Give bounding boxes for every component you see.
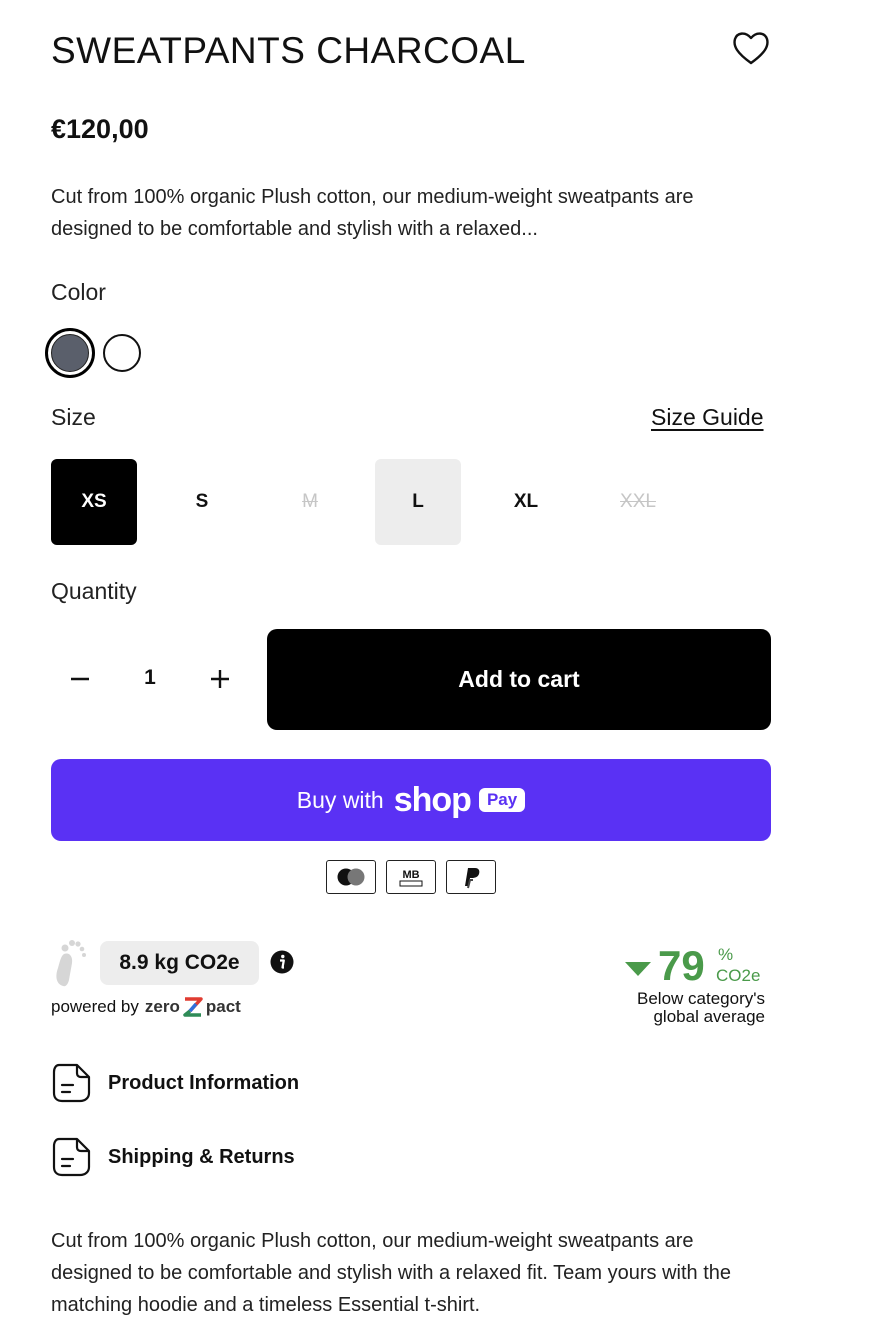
accordion-label: Product Information: [108, 1071, 300, 1094]
shop-pay-buy-label: Buy with: [296, 786, 384, 813]
size-option-xs[interactable]: XS: [51, 459, 137, 545]
quantity-decrease-button[interactable]: [60, 659, 100, 699]
color-swatch-charcoal[interactable]: [45, 328, 95, 378]
size-label: Size: [51, 404, 96, 430]
color-label: Color: [51, 279, 106, 305]
document-icon: [52, 1137, 91, 1177]
co2-comparison-value: 79: [658, 942, 705, 989]
shop-pay-button[interactable]: Buy with shop Pay: [51, 759, 771, 841]
wishlist-heart-icon[interactable]: [731, 28, 771, 68]
product-short-description: Cut from 100% organic Plush cotton, our …: [51, 186, 694, 240]
add-to-cart-button[interactable]: Add to cart: [267, 629, 771, 730]
size-option-l[interactable]: L: [375, 459, 461, 545]
size-guide-link[interactable]: Size Guide: [651, 404, 764, 431]
size-option-xl[interactable]: XL: [483, 459, 569, 545]
accordion-label: Shipping & Returns: [108, 1145, 295, 1168]
shop-logo: shop: [393, 780, 472, 819]
size-option-m[interactable]: M: [267, 459, 353, 545]
co2-comparison-text-line2: global average: [653, 1007, 765, 1026]
product-price: €120,00: [51, 114, 149, 144]
quantity-increase-button[interactable]: [200, 659, 240, 699]
charcoal-fill: [51, 334, 89, 372]
co2-comparison-pct: %: [718, 945, 734, 964]
quantity-label: Quantity: [51, 578, 137, 604]
co2-footprint-badge: 8.9 kg CO2e: [100, 941, 259, 985]
accordion-shipping-returns[interactable]: Shipping & Returns: [51, 1136, 351, 1178]
mastercard-icon: [326, 860, 376, 894]
accordion-product-information[interactable]: Product Information: [51, 1062, 351, 1104]
quantity-value[interactable]: 1: [130, 666, 170, 690]
footprint-icon: [51, 936, 91, 988]
co2-comparison: 79 % CO2e Below category's global averag…: [600, 942, 765, 1032]
multibanco-icon: MB: [386, 860, 436, 894]
product-title: SWEATPANTS CHARCOAL: [51, 30, 526, 71]
co2-comparison-text: Below category's global average: [595, 990, 765, 1026]
multibanco-text: MB: [402, 869, 419, 881]
document-icon: [52, 1063, 91, 1103]
info-icon[interactable]: [270, 950, 294, 974]
paypal-icon: [446, 860, 496, 894]
zeropact-logo-left: zero: [144, 997, 180, 1016]
pay-badge: Pay: [478, 788, 526, 812]
product-long-description: Cut from 100% organic Plush cotton, our …: [51, 1230, 731, 1316]
size-option-xxl[interactable]: XXL: [595, 459, 681, 545]
zeropact-z-icon: [183, 997, 203, 1017]
size-option-s[interactable]: S: [159, 459, 245, 545]
zeropact-logo-right: pact: [205, 997, 241, 1016]
zeropact-logo: zero pact: [145, 996, 241, 1018]
color-swatch-white[interactable]: [103, 334, 141, 372]
powered-by-label: powered by: [51, 997, 139, 1016]
powered-by-zeropact: powered by zero pact: [51, 996, 241, 1018]
minus-icon: [71, 677, 89, 681]
plus-icon: [211, 670, 229, 688]
co2-comparison-unit: CO2e: [716, 966, 761, 985]
down-arrow-icon: [625, 962, 651, 976]
co2-comparison-text-line1: Below category's: [637, 989, 765, 1008]
